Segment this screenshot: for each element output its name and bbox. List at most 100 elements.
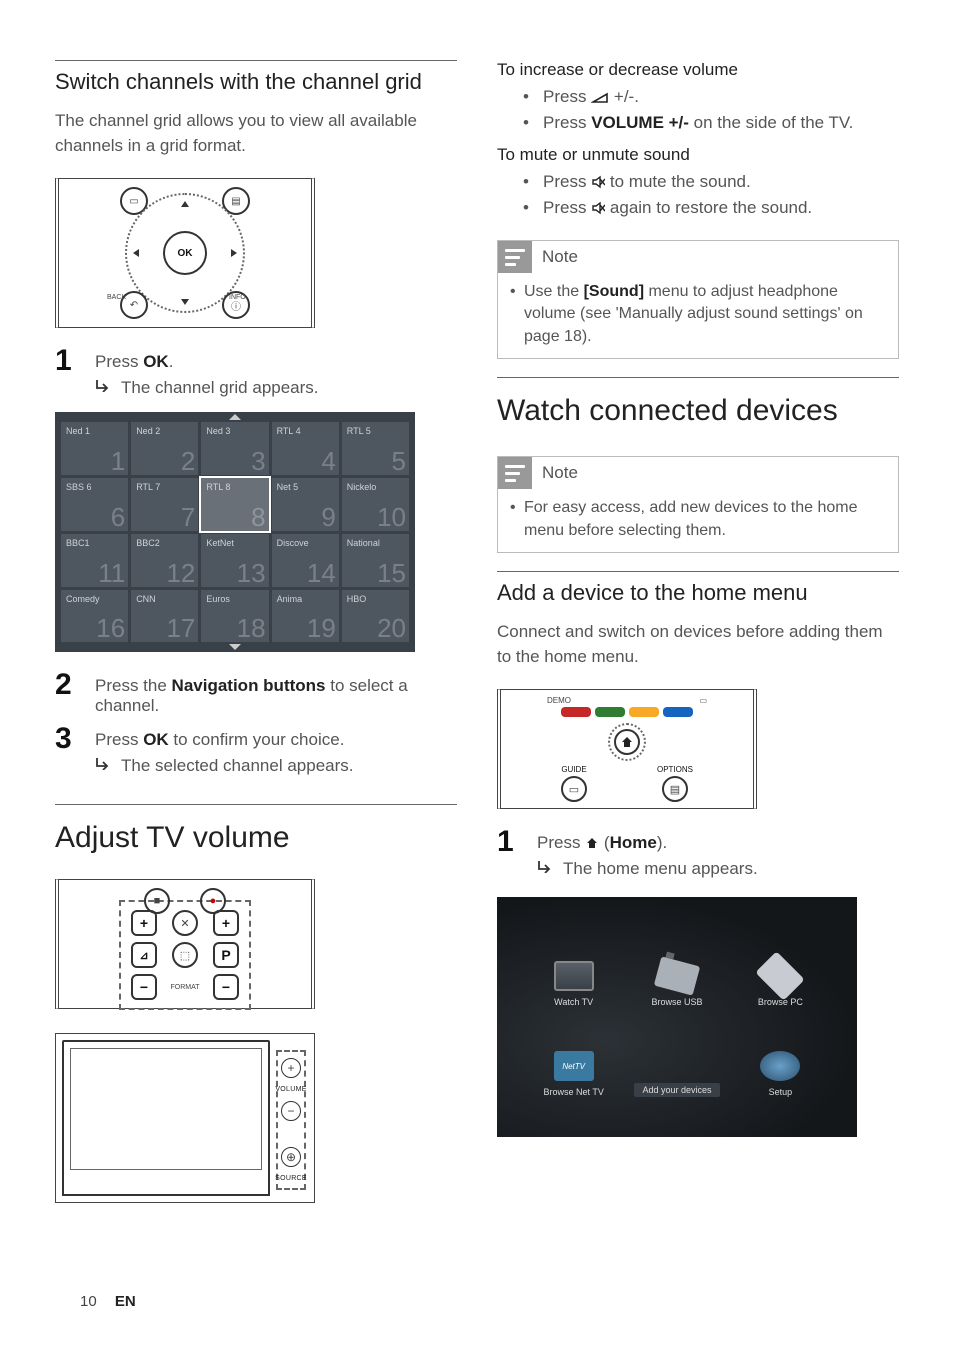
- channel-cell: KetNet13: [201, 534, 268, 587]
- mute-icon: [591, 201, 605, 215]
- nav-buttons-label: Navigation buttons: [172, 676, 326, 695]
- step-3: 3 Press OK to confirm your choice. The s…: [55, 724, 457, 776]
- step-1-home: 1 Press (Home). The home menu appears.: [497, 827, 899, 879]
- heading-channel-grid: Switch channels with the channel grid: [55, 69, 457, 95]
- note-sound-menu: Note Use the [Sound] menu to adjust head…: [497, 240, 899, 359]
- info-label: INFO: [229, 294, 246, 301]
- text-grid-intro: The channel grid allows you to view all …: [55, 109, 457, 158]
- guide-icon: ▭: [561, 776, 587, 802]
- channel-cell: SBS 66: [61, 478, 128, 531]
- figure-tv-side: + VOLUME − ⊕ SOURCE: [55, 1033, 315, 1203]
- tile-setup: Setup: [734, 1017, 827, 1097]
- channel-cell: RTL 88: [201, 478, 268, 531]
- home-button: [608, 723, 646, 761]
- tv-volume-label: VOLUME: [275, 1086, 306, 1093]
- step-number: 2: [55, 670, 81, 716]
- note-title: Note: [542, 247, 578, 267]
- options-label: OPTIONS: [657, 765, 693, 774]
- tv-source-icon: ⊕: [281, 1147, 301, 1167]
- figure-remote-volume: ■ ● + ✕ + ⊿ ⬚ P − FORMAT −: [55, 879, 315, 1009]
- channel-cell: Net 59: [272, 478, 339, 531]
- tv-icon: ▭: [699, 696, 707, 705]
- figure-remote-home: DEMO ▭ GUIDE ▭: [497, 689, 757, 809]
- step-result: The selected channel appears.: [121, 756, 354, 776]
- yellow-button-icon: [629, 707, 659, 717]
- tile-browse-net-tv: NetTVBrowse Net TV: [527, 1017, 620, 1097]
- step-number: 1: [55, 346, 81, 398]
- step-2: 2 Press the Navigation buttons to select…: [55, 670, 457, 716]
- bullet-mute: Press to mute the sound.: [523, 169, 899, 195]
- figure-remote-dpad: ▭ ▤ OK ↶ BACK ⓘ INFO: [55, 178, 315, 328]
- mute-icon: [591, 175, 605, 189]
- note-text: For easy access, add new devices to the …: [510, 497, 886, 542]
- channel-cell: BBC111: [61, 534, 128, 587]
- result-arrow-icon: [95, 756, 111, 770]
- channel-cell: Ned 33: [201, 422, 268, 475]
- stop-icon: ■: [144, 888, 170, 914]
- result-arrow-icon: [537, 859, 553, 873]
- heading-add-device: Add a device to the home menu: [497, 580, 899, 606]
- step-1: 1 Press OK. The channel grid appears.: [55, 346, 457, 398]
- ok-button: OK: [163, 231, 207, 275]
- note-title: Note: [542, 463, 578, 483]
- back-label: BACK: [107, 294, 126, 301]
- green-button-icon: [595, 707, 625, 717]
- channel-cell: Nickelo10: [342, 478, 409, 531]
- vol-icon: ⊿: [131, 942, 157, 968]
- tile-watch-tv: Watch TV: [527, 927, 620, 1007]
- channel-cell: CNN17: [131, 590, 198, 643]
- bullet-vol-side: Press VOLUME +/- on the side of the TV.: [523, 110, 899, 136]
- heading-adjust-volume: Adjust TV volume: [55, 821, 457, 855]
- channel-cell: HBO20: [342, 590, 409, 643]
- heading-watch-devices: Watch connected devices: [497, 394, 899, 428]
- step-text: Press: [95, 352, 143, 371]
- prog-minus-icon: −: [213, 974, 239, 1000]
- format-icon: ⬚: [172, 942, 198, 968]
- channel-cell: BBC212: [131, 534, 198, 587]
- page-lang: EN: [115, 1293, 136, 1310]
- subhead-mute: To mute or unmute sound: [497, 145, 899, 165]
- tv-source-label: SOURCE: [275, 1175, 307, 1182]
- vol-minus-icon: −: [131, 974, 157, 1000]
- tv-vol-plus-icon: +: [281, 1058, 301, 1078]
- channel-cell: RTL 77: [131, 478, 198, 531]
- tile-browse-pc: Browse PC: [734, 927, 827, 1007]
- channel-cell: Discove14: [272, 534, 339, 587]
- step-number: 3: [55, 724, 81, 776]
- home-icon: [585, 836, 599, 850]
- tile-add-devices: Add your devices: [630, 1017, 723, 1097]
- note-icon: [498, 241, 532, 273]
- ok-label: OK: [143, 352, 169, 371]
- red-button-icon: [561, 707, 591, 717]
- figure-channel-grid: Ned 11Ned 22Ned 33RTL 44RTL 55SBS 66RTL …: [55, 412, 415, 652]
- result-arrow-icon: [95, 378, 111, 392]
- format-label: FORMAT: [170, 984, 199, 991]
- tv-vol-minus-icon: −: [281, 1101, 301, 1121]
- text-add-intro: Connect and switch on devices before add…: [497, 620, 899, 669]
- record-icon: ●: [200, 888, 226, 914]
- step-result: The channel grid appears.: [121, 378, 319, 398]
- page-footer: 10 EN: [80, 1293, 136, 1310]
- figure-home-menu: Watch TV Browse USB Browse PC NetTVBrows…: [497, 897, 857, 1137]
- step-result: The home menu appears.: [563, 859, 758, 879]
- home-icon: [620, 735, 634, 749]
- channel-cell: RTL 44: [272, 422, 339, 475]
- channel-cell: Ned 22: [131, 422, 198, 475]
- channel-cell: National15: [342, 534, 409, 587]
- bullet-vol-remote: Press +/-.: [523, 84, 899, 110]
- blue-button-icon: [663, 707, 693, 717]
- note-text: Use the [Sound] menu to adjust headphone…: [510, 281, 886, 348]
- channel-cell: RTL 55: [342, 422, 409, 475]
- note-add-devices: Note For easy access, add new devices to…: [497, 456, 899, 553]
- note-icon: [498, 457, 532, 489]
- page-number: 10: [80, 1293, 97, 1310]
- channel-cell: Anima19: [272, 590, 339, 643]
- prog-p-icon: P: [213, 942, 239, 968]
- channel-cell: Euros18: [201, 590, 268, 643]
- bullet-unmute: Press again to restore the sound.: [523, 195, 899, 221]
- volume-triangle-icon: [591, 92, 609, 104]
- demo-label: DEMO: [547, 696, 571, 705]
- channel-cell: Ned 11: [61, 422, 128, 475]
- guide-label: GUIDE: [561, 765, 586, 774]
- subhead-inc-dec-volume: To increase or decrease volume: [497, 60, 899, 80]
